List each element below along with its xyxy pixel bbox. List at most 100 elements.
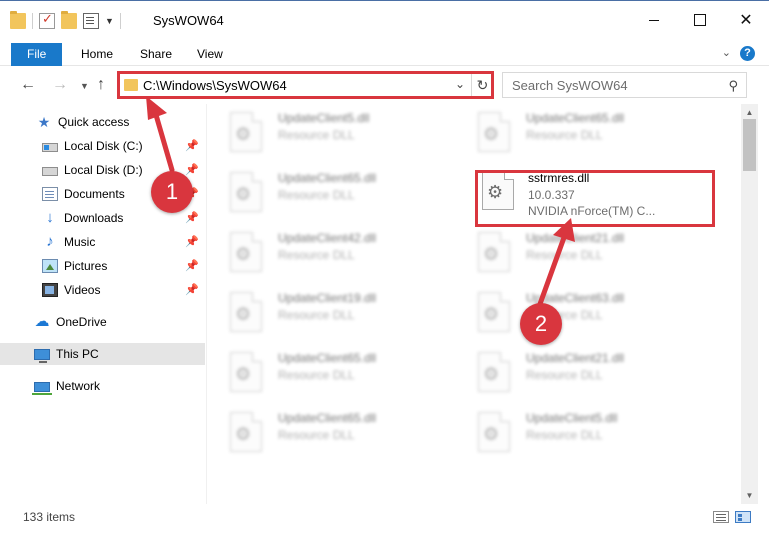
up-arrow-icon[interactable]: ↑: [97, 76, 105, 94]
nav-item-onedrive[interactable]: ☁ OneDrive: [0, 311, 205, 333]
file-type: Resource DLL: [278, 428, 355, 442]
nav-label: Downloads: [64, 211, 124, 225]
tab-home[interactable]: Home: [67, 43, 127, 66]
toolbar-divider: [32, 13, 33, 29]
file-item[interactable]: ⚙ UpdateClient65.dll Resource DLL: [208, 164, 448, 220]
nav-label: Documents: [64, 187, 125, 201]
file-item[interactable]: ⚙ UpdateClient65.dll Resource DLL: [208, 344, 448, 400]
new-folder-icon[interactable]: [61, 11, 77, 29]
nav-label: Music: [64, 235, 96, 249]
nav-item-this-pc[interactable]: This PC: [0, 343, 205, 365]
search-placeholder: Search SysWOW64: [512, 78, 628, 93]
close-button[interactable]: ✕: [723, 1, 769, 39]
file-type: Resource DLL: [278, 308, 355, 322]
pin-icon[interactable]: 📌: [185, 139, 199, 152]
pin-icon[interactable]: 📌: [185, 211, 199, 224]
item-count: 133 items: [23, 510, 76, 524]
file-name: UpdateClient42.dll: [278, 231, 377, 245]
view-options-icon[interactable]: [83, 13, 99, 29]
quick-access-toolbar: ▼: [10, 11, 121, 31]
file-type: Resource DLL: [526, 368, 603, 382]
file-name: UpdateClient65.dll: [526, 111, 625, 125]
properties-check-icon[interactable]: [39, 11, 55, 29]
file-type: Resource DLL: [278, 368, 355, 382]
details-view-icon[interactable]: [713, 511, 729, 523]
search-box[interactable]: Search SysWOW64 ⚲: [502, 72, 747, 98]
window-title: SysWOW64: [153, 13, 224, 28]
cloud-icon: ☁: [34, 313, 50, 330]
scrollbar-thumb[interactable]: [743, 119, 756, 171]
pin-icon[interactable]: 📌: [185, 259, 199, 272]
file-type: Resource DLL: [526, 128, 603, 142]
file-item[interactable]: ⚙ UpdateClient65.dll Resource DLL: [456, 104, 696, 160]
downloads-icon: ↓: [46, 209, 54, 226]
file-name: UpdateClient5.dll: [278, 111, 370, 125]
nav-item-videos[interactable]: Videos 📌: [0, 279, 205, 301]
pin-icon[interactable]: 📌: [185, 283, 199, 296]
scroll-down-arrow-icon[interactable]: ▼: [741, 487, 758, 504]
music-icon: ♪: [46, 233, 54, 250]
network-icon: [32, 382, 52, 395]
tab-file[interactable]: File: [11, 43, 63, 66]
file-name: UpdateClient19.dll: [278, 291, 377, 305]
recent-locations-chevron-icon[interactable]: ▼: [80, 81, 89, 91]
dll-file-icon: ⚙: [478, 412, 510, 452]
file-version: 10.0.337: [528, 188, 575, 202]
pin-icon[interactable]: 📌: [185, 235, 199, 248]
star-icon: ★: [37, 114, 51, 130]
videos-icon: [42, 283, 58, 297]
nav-item-music[interactable]: ♪ Music 📌: [0, 231, 205, 253]
address-bar[interactable]: C:\Windows\SysWOW64 ⌄ ↻: [118, 72, 493, 98]
customize-toolbar-chevron-icon[interactable]: ▼: [105, 16, 114, 26]
forward-arrow-icon[interactable]: →: [52, 76, 68, 94]
file-type: Resource DLL: [278, 188, 355, 202]
dll-file-icon: ⚙: [230, 352, 262, 392]
tab-view[interactable]: View: [183, 43, 237, 66]
file-item[interactable]: ⚙ UpdateClient42.dll Resource DLL: [208, 224, 448, 280]
folder-icon[interactable]: [10, 11, 26, 29]
help-icon[interactable]: ?: [740, 46, 755, 61]
ribbon-tabs: File Home Share View ⌄ ?: [0, 40, 769, 66]
file-item-sstrmres-dll[interactable]: ⚙ sstrmres.dll 10.0.337 NVIDIA nForce(TM…: [458, 164, 698, 220]
tab-share[interactable]: Share: [126, 43, 186, 66]
maximize-button[interactable]: [677, 1, 723, 39]
window-controls: ✕: [631, 1, 769, 39]
file-name: UpdateClient21.dll: [526, 351, 625, 365]
dll-file-icon: ⚙: [482, 170, 514, 210]
address-path[interactable]: C:\Windows\SysWOW64: [143, 78, 287, 93]
step-2-badge: 2: [520, 303, 562, 345]
file-item[interactable]: ⚙ UpdateClient21.dll Resource DLL: [456, 344, 696, 400]
search-icon[interactable]: ⚲: [728, 78, 738, 94]
file-item[interactable]: ⚙ UpdateClient65.dll Resource DLL: [208, 404, 448, 460]
file-item[interactable]: ⚙ UpdateClient21.dll Resource DLL: [456, 224, 696, 280]
toolbar-divider: [119, 13, 121, 29]
nav-label: Quick access: [58, 115, 130, 129]
nav-label: Local Disk (D:): [64, 163, 143, 177]
refresh-icon[interactable]: ↻: [471, 73, 493, 97]
expand-ribbon-chevron-icon[interactable]: ⌄: [722, 46, 731, 59]
dll-file-icon: ⚙: [478, 292, 510, 332]
nav-label: Network: [56, 379, 101, 393]
address-history-chevron-icon[interactable]: ⌄: [455, 77, 465, 91]
nav-label: Pictures: [64, 259, 108, 273]
nav-item-local-disk-c[interactable]: Local Disk (C:) 📌: [0, 135, 205, 157]
minimize-button[interactable]: [631, 1, 677, 39]
drive-icon: [42, 143, 58, 152]
file-list: ⚙ UpdateClient5.dll Resource DLL ⚙ Updat…: [208, 104, 741, 504]
back-arrow-icon[interactable]: ←: [20, 76, 36, 94]
nav-label: Videos: [64, 283, 101, 297]
file-item[interactable]: ⚙ UpdateClient19.dll Resource DLL: [208, 284, 448, 340]
file-item[interactable]: ⚙ UpdateClient5.dll Resource DLL: [456, 404, 696, 460]
nav-label: OneDrive: [56, 315, 107, 329]
dll-file-icon: ⚙: [230, 112, 262, 152]
file-item[interactable]: ⚙ UpdateClient5.dll Resource DLL: [208, 104, 448, 160]
file-name: UpdateClient65.dll: [278, 351, 377, 365]
file-description: NVIDIA nForce(TM) C...: [528, 204, 656, 218]
tiles-view-icon[interactable]: [735, 511, 751, 523]
vertical-scrollbar[interactable]: ▲ ▼: [741, 104, 758, 504]
nav-item-pictures[interactable]: Pictures 📌: [0, 255, 205, 277]
nav-item-network[interactable]: Network: [0, 375, 205, 397]
file-item[interactable]: ⚙ UpdateClient63.dll Resource DLL: [456, 284, 696, 340]
pin-icon[interactable]: 📌: [185, 163, 199, 176]
nav-quick-access[interactable]: ★ Quick access: [0, 111, 205, 133]
